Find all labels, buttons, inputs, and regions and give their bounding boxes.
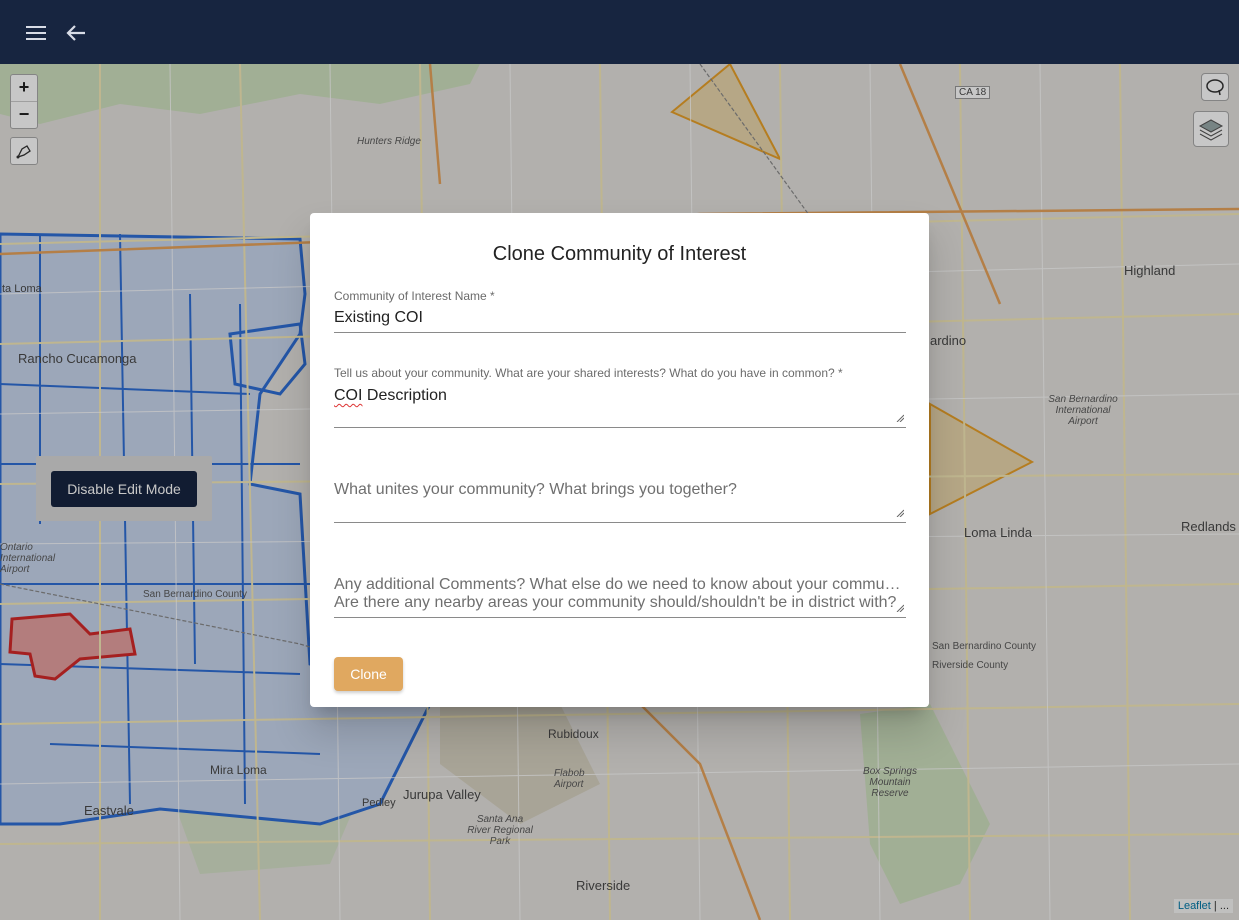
app-bar: [0, 0, 1239, 64]
coi-description-label: Tell us about your community. What are y…: [334, 366, 843, 380]
resize-handle-icon[interactable]: [896, 604, 904, 612]
dialog-title: Clone Community of Interest: [492, 243, 747, 265]
menu-icon[interactable]: [23, 20, 49, 46]
clone-coi-dialog: Clone Community of Interest Community of…: [310, 213, 929, 707]
additional-comments-line2: Are there any nearby areas your communit…: [334, 594, 897, 611]
community-unites-input[interactable]: What unites your community? What brings …: [334, 481, 906, 499]
resize-handle-icon[interactable]: [896, 509, 904, 517]
coi-description-field[interactable]: Tell us about your community. What are y…: [334, 366, 906, 428]
resize-handle-icon[interactable]: [896, 414, 904, 422]
field-underline: [334, 617, 906, 618]
field-underline: [334, 427, 906, 428]
coi-name-input[interactable]: Existing COI: [334, 309, 906, 327]
clone-button[interactable]: Clone: [334, 657, 403, 691]
community-unites-field[interactable]: What unites your community? What brings …: [334, 481, 906, 523]
coi-name-field[interactable]: Community of Interest Name * Existing CO…: [334, 289, 906, 334]
additional-comments-input[interactable]: Any additional Comments? What else do we…: [334, 576, 906, 594]
misspelled-word: COI: [334, 387, 363, 404]
field-underline: [334, 332, 906, 333]
description-text: Description: [362, 387, 447, 404]
coi-name-label: Community of Interest Name *: [334, 289, 495, 303]
back-arrow-icon[interactable]: [63, 20, 89, 46]
field-underline: [334, 522, 906, 523]
coi-description-input[interactable]: COI Description: [334, 387, 906, 405]
additional-comments-field[interactable]: Any additional Comments? What else do we…: [334, 576, 906, 618]
